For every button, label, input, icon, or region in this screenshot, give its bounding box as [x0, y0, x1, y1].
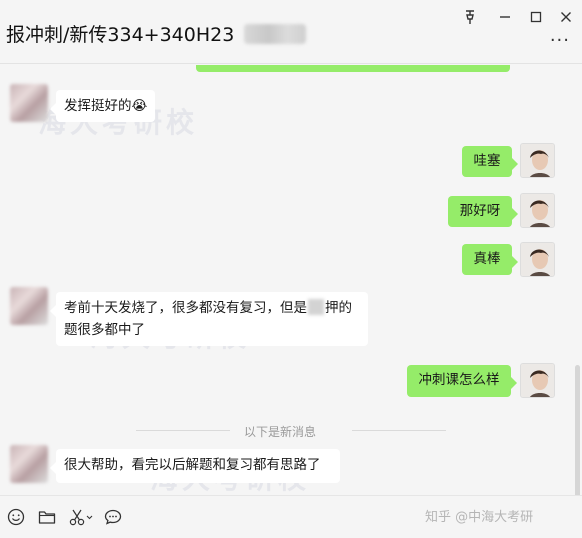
divider-line	[136, 430, 230, 431]
close-icon[interactable]	[557, 8, 575, 26]
contact-avatar[interactable]	[10, 84, 48, 122]
chat-title: 报冲刺/新传334+340H23	[6, 20, 307, 47]
incoming-message[interactable]: 发挥挺好的😭	[49, 90, 156, 122]
message-list[interactable]: 海大考研校 海大考研校 海大考研校 发挥挺好的😭 哇塞 那好呀 真棒 考前十天发…	[0, 65, 582, 495]
message-line: 题很多都中了	[64, 322, 145, 338]
scrollbar[interactable]	[575, 365, 580, 495]
folder-icon[interactable]	[37, 507, 57, 527]
minimize-icon[interactable]	[496, 8, 514, 26]
title-bar: 报冲刺/新传334+340H23 ···	[0, 0, 582, 64]
outgoing-message[interactable]: 那好呀	[448, 196, 518, 227]
incoming-message[interactable]: 很大帮助，看完以后解题和复习都有思路了	[50, 449, 340, 483]
message-text: 押的	[325, 300, 352, 316]
previous-message-bubble	[196, 65, 510, 72]
blurred-name-redaction	[244, 24, 307, 44]
self-avatar[interactable]	[520, 143, 555, 178]
blurred-word-redaction	[308, 299, 324, 315]
outgoing-message[interactable]: 哇塞	[462, 146, 518, 177]
message-line: 考前十天发烧了，很多都没有复习，但是 押的	[64, 297, 360, 319]
outgoing-message[interactable]: 真棒	[462, 244, 518, 275]
outgoing-message[interactable]: 冲刺课怎么样	[407, 365, 517, 397]
chat-history-icon[interactable]	[103, 507, 123, 527]
more-options-button[interactable]: ···	[550, 30, 570, 51]
scissors-icon[interactable]	[68, 507, 96, 527]
pin-icon[interactable]	[461, 8, 479, 26]
chat-title-text: 报冲刺/新传334+340H23	[6, 24, 235, 46]
message-text: 考前十天发烧了，很多都没有复习，但是	[64, 300, 307, 316]
divider-label: 以下是新消息	[244, 425, 317, 439]
incoming-message[interactable]: 考前十天发烧了，很多都没有复习，但是 押的 题很多都中了	[50, 292, 368, 346]
self-avatar[interactable]	[520, 193, 555, 228]
self-avatar[interactable]	[520, 242, 555, 277]
contact-avatar[interactable]	[10, 445, 48, 483]
contact-avatar[interactable]	[10, 287, 48, 325]
emoji-icon[interactable]	[6, 507, 26, 527]
zhihu-credit-watermark: 知乎 @中海大考研	[425, 510, 534, 525]
input-toolbar: 知乎 @中海大考研	[0, 495, 582, 538]
maximize-icon[interactable]	[527, 8, 545, 26]
divider-line	[352, 430, 446, 431]
self-avatar[interactable]	[520, 363, 555, 398]
new-messages-divider: 以下是新消息	[136, 423, 446, 439]
